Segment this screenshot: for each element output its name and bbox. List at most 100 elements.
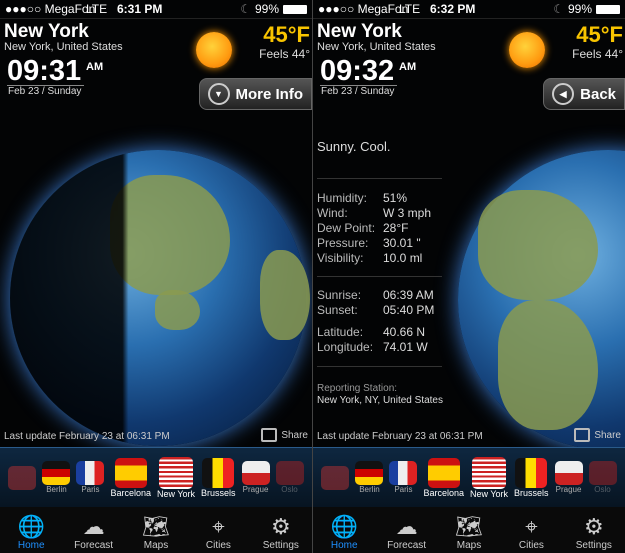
tab-bar: 🌐 Home ☁ Forecast 🗺 Maps ⌖ Cities ⚙ Settings bbox=[313, 507, 625, 553]
flag-city-label: Paris bbox=[394, 485, 413, 494]
flag-icon bbox=[588, 461, 617, 485]
station-label: Reporting Station: bbox=[317, 383, 398, 394]
city-flag-carousel[interactable]: Berlin Paris Barcelona New York Brussels Prag… bbox=[313, 447, 625, 507]
tab-settings[interactable]: ⚙ Settings bbox=[250, 507, 312, 553]
detail-value: 05:40 PM bbox=[383, 303, 435, 317]
city-flag-berlin[interactable]: Berlin bbox=[355, 461, 384, 494]
flag-city-label: Brussels bbox=[514, 487, 549, 498]
tab-home[interactable]: 🌐 Home bbox=[0, 507, 62, 553]
screen-home: ●●●○○ MegaFon LTE 6:31 PM ☾ 99% New York … bbox=[0, 0, 312, 553]
share-button[interactable]: Share bbox=[574, 428, 621, 442]
cloud-sun-icon: ☁ bbox=[82, 514, 105, 539]
tab-bar: 🌐 Home ☁ Forecast 🗺 Maps ⌖ Cities ⚙ Settings bbox=[0, 507, 312, 553]
earth-globe[interactable] bbox=[458, 150, 625, 450]
tab-forecast[interactable]: ☁ Forecast bbox=[375, 507, 437, 553]
back-button[interactable]: ◀ Back bbox=[543, 78, 625, 110]
map-icon: 🗺 bbox=[455, 514, 483, 539]
flag-city-label: Prague bbox=[242, 485, 269, 494]
detail-label: Latitude: bbox=[317, 325, 364, 339]
tab-maps[interactable]: 🗺 Maps bbox=[438, 507, 500, 553]
sun-list: Sunrise: 06:39 AM Sunset: 05:40 PM bbox=[317, 288, 434, 318]
button-label: Back bbox=[580, 85, 616, 103]
share-icon bbox=[574, 428, 591, 442]
city-flag-berlin[interactable]: Berlin bbox=[42, 461, 71, 494]
city-flag-paris[interactable]: Paris bbox=[389, 461, 418, 494]
map-pin-icon: ⌖ bbox=[525, 514, 538, 539]
detail-label: Visibility: bbox=[317, 251, 364, 265]
flag-city-label: Berlin bbox=[46, 485, 67, 494]
tab-cities[interactable]: ⌖ Cities bbox=[187, 507, 249, 553]
tab-label: Home bbox=[17, 540, 45, 551]
flag-icon bbox=[515, 457, 548, 488]
tab-cities[interactable]: ⌖ Cities bbox=[500, 507, 562, 553]
flag-city-label: Oslo bbox=[281, 485, 298, 494]
temperature: 45°F bbox=[263, 22, 310, 47]
detail-value: 28°F bbox=[383, 221, 409, 235]
detail-row: Longitude: 74.01 W bbox=[317, 340, 428, 355]
flag-icon bbox=[427, 457, 460, 488]
tab-settings[interactable]: ⚙ Settings bbox=[563, 507, 625, 553]
tab-label: Forecast bbox=[387, 540, 427, 551]
city-flag-oslo[interactable]: Oslo bbox=[275, 461, 304, 494]
detail-value: 40.66 N bbox=[383, 325, 426, 339]
flag-city-label: Barcelona bbox=[110, 487, 151, 498]
flag-icon bbox=[42, 461, 71, 485]
detail-row: Pressure: 30.01 " bbox=[317, 236, 431, 251]
city-flag-prague[interactable]: Prague bbox=[554, 461, 583, 494]
station-name: New York, NY, United States bbox=[317, 395, 443, 406]
city-name: New York bbox=[4, 21, 89, 42]
tab-label: Settings bbox=[262, 540, 299, 551]
detail-value: 51% bbox=[383, 191, 408, 205]
city-flag-new-york[interactable]: New York bbox=[157, 456, 195, 499]
tab-label: Maps bbox=[143, 540, 169, 551]
sunny-icon bbox=[196, 32, 232, 68]
city-flag-unnamed[interactable] bbox=[321, 465, 350, 490]
city-flag-carousel[interactable]: Berlin Paris Barcelona New York Brussels Prag… bbox=[0, 447, 312, 507]
share-button[interactable]: Share bbox=[261, 428, 308, 442]
tab-forecast[interactable]: ☁ Forecast bbox=[62, 507, 124, 553]
city-flag-oslo[interactable]: Oslo bbox=[588, 461, 617, 494]
flag-icon bbox=[472, 456, 506, 489]
coords-list: Latitude: 40.66 N Longitude: 74.01 W bbox=[317, 325, 428, 355]
city-flag-barcelona[interactable]: Barcelona bbox=[423, 457, 464, 498]
detail-label: Sunset: bbox=[317, 303, 358, 317]
tab-label: Settings bbox=[575, 540, 612, 551]
flag-city-label: Brussels bbox=[201, 487, 236, 498]
more-info-button[interactable]: ▼ More Info bbox=[198, 78, 312, 110]
battery-percent: 99% bbox=[567, 2, 592, 16]
city-flag-prague[interactable]: Prague bbox=[241, 461, 270, 494]
detail-row: Visibility: 10.0 ml bbox=[317, 251, 431, 266]
tab-label: Maps bbox=[456, 540, 482, 551]
detail-value: 74.01 W bbox=[383, 340, 428, 354]
city-flag-paris[interactable]: Paris bbox=[76, 461, 105, 494]
detail-row: Wind: W 3 mph bbox=[317, 206, 431, 221]
tab-label: Cities bbox=[518, 540, 544, 551]
clock-time: 09:32 bbox=[320, 57, 397, 86]
city-flag-brussels[interactable]: Brussels bbox=[514, 457, 549, 498]
tab-home[interactable]: 🌐 Home bbox=[313, 507, 375, 553]
separator bbox=[317, 276, 442, 277]
detail-value: 10.0 ml bbox=[383, 251, 423, 265]
flag-icon bbox=[275, 461, 304, 485]
detail-label: Longitude: bbox=[317, 340, 374, 354]
city-flag-new-york[interactable]: New York bbox=[470, 456, 508, 499]
tab-label: Forecast bbox=[74, 540, 114, 551]
flag-icon bbox=[8, 465, 37, 490]
city-flag-brussels[interactable]: Brussels bbox=[201, 457, 236, 498]
temperature: 45°F bbox=[576, 22, 623, 47]
network: LTE bbox=[399, 2, 421, 16]
city-flag-barcelona[interactable]: Barcelona bbox=[110, 457, 151, 498]
flag-icon bbox=[202, 457, 235, 488]
status-time: 6:31 PM bbox=[117, 2, 163, 16]
flag-icon bbox=[114, 457, 147, 488]
tab-label: Cities bbox=[205, 540, 231, 551]
detail-row: Dew Point: 28°F bbox=[317, 221, 431, 236]
region-name: New York, United States bbox=[317, 41, 436, 53]
detail-row: Humidity: 51% bbox=[317, 191, 431, 206]
earth-globe[interactable] bbox=[10, 150, 310, 446]
detail-label: Wind: bbox=[317, 206, 348, 220]
clock-time: 09:31 bbox=[7, 57, 84, 86]
tab-maps[interactable]: 🗺 Maps bbox=[125, 507, 187, 553]
city-flag-unnamed[interactable] bbox=[8, 465, 37, 490]
status-time: 6:32 PM bbox=[430, 2, 476, 16]
